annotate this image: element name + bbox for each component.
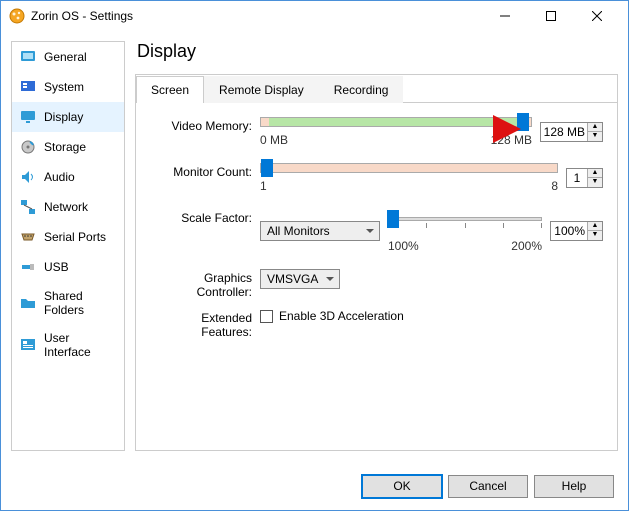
sidebar-item-network[interactable]: Network bbox=[12, 192, 124, 222]
sidebar-label: System bbox=[44, 80, 84, 94]
tab-remote[interactable]: Remote Display bbox=[204, 76, 319, 103]
scale-factor-slider[interactable] bbox=[388, 209, 542, 233]
enable-3d-checkbox[interactable] bbox=[260, 310, 273, 323]
spin-down[interactable]: ▼ bbox=[588, 178, 602, 187]
minimize-button[interactable] bbox=[482, 1, 528, 31]
extended-features-label: Extended Features: bbox=[150, 309, 260, 339]
sidebar-label: Shared Folders bbox=[44, 289, 116, 317]
sidebar-label: Display bbox=[44, 110, 83, 124]
sidebar-label: User Interface bbox=[44, 331, 116, 359]
sidebar-item-ui[interactable]: User Interface bbox=[12, 324, 124, 366]
usb-icon bbox=[20, 259, 36, 275]
scale-factor-label: Scale Factor: bbox=[150, 209, 260, 225]
maximize-button[interactable] bbox=[528, 1, 574, 31]
sidebar-item-shared[interactable]: Shared Folders bbox=[12, 282, 124, 324]
sidebar-item-audio[interactable]: Audio bbox=[12, 162, 124, 192]
sidebar-item-storage[interactable]: Storage bbox=[12, 132, 124, 162]
tab-recording[interactable]: Recording bbox=[319, 76, 404, 103]
sidebar-label: Network bbox=[44, 200, 88, 214]
window-title: Zorin OS - Settings bbox=[31, 9, 482, 23]
video-memory-spinbox[interactable]: ▲▼ bbox=[540, 122, 603, 142]
close-button[interactable] bbox=[574, 1, 620, 31]
vm-min: 0 MB bbox=[260, 133, 288, 147]
serial-icon bbox=[20, 229, 36, 245]
tab-screen[interactable]: Screen bbox=[136, 76, 204, 103]
sidebar-label: Storage bbox=[44, 140, 86, 154]
graphics-controller-combo[interactable]: VMSVGA bbox=[260, 269, 340, 289]
sidebar-item-usb[interactable]: USB bbox=[12, 252, 124, 282]
video-memory-input[interactable] bbox=[541, 125, 587, 139]
video-memory-label: Video Memory: bbox=[150, 117, 260, 133]
spin-down[interactable]: ▼ bbox=[588, 231, 602, 240]
page-title: Display bbox=[137, 41, 618, 62]
sidebar-item-general[interactable]: General bbox=[12, 42, 124, 72]
app-icon bbox=[9, 8, 25, 24]
graphics-controller-label: Graphics Controller: bbox=[150, 269, 260, 299]
monitor-count-label: Monitor Count: bbox=[150, 163, 260, 179]
enable-3d-label: Enable 3D Acceleration bbox=[279, 309, 404, 323]
scale-min: 100% bbox=[388, 239, 419, 253]
panel: Screen Remote Display Recording Video Me… bbox=[135, 74, 618, 451]
storage-icon bbox=[20, 139, 36, 155]
general-icon bbox=[20, 49, 36, 65]
sidebar-item-serial[interactable]: Serial Ports bbox=[12, 222, 124, 252]
monitor-count-slider[interactable] bbox=[260, 163, 558, 173]
scale-monitor-combo[interactable]: All Monitors bbox=[260, 221, 380, 241]
ui-icon bbox=[20, 337, 36, 353]
system-icon bbox=[20, 79, 36, 95]
spin-down[interactable]: ▼ bbox=[588, 132, 602, 141]
sidebar-label: General bbox=[44, 50, 87, 64]
vm-max: 128 MB bbox=[491, 133, 532, 147]
sidebar-label: USB bbox=[44, 260, 69, 274]
folder-icon bbox=[20, 295, 36, 311]
mc-min: 1 bbox=[260, 179, 267, 193]
sidebar-label: Audio bbox=[44, 170, 75, 184]
audio-icon bbox=[20, 169, 36, 185]
spin-up[interactable]: ▲ bbox=[588, 222, 602, 231]
scale-max: 200% bbox=[511, 239, 542, 253]
display-icon bbox=[20, 109, 36, 125]
network-icon bbox=[20, 199, 36, 215]
sidebar-label: Serial Ports bbox=[44, 230, 106, 244]
titlebar: Zorin OS - Settings bbox=[1, 1, 628, 31]
cancel-button[interactable]: Cancel bbox=[448, 475, 528, 498]
monitor-count-spinbox[interactable]: ▲▼ bbox=[566, 168, 603, 188]
help-button[interactable]: Help bbox=[534, 475, 614, 498]
mc-max: 8 bbox=[551, 179, 558, 193]
sidebar-item-system[interactable]: System bbox=[12, 72, 124, 102]
monitor-count-input[interactable] bbox=[567, 171, 587, 185]
scale-factor-spinbox[interactable]: ▲▼ bbox=[550, 221, 603, 241]
scale-factor-input[interactable] bbox=[551, 224, 587, 238]
ok-button[interactable]: OK bbox=[362, 475, 442, 498]
spin-up[interactable]: ▲ bbox=[588, 123, 602, 132]
sidebar-item-display[interactable]: Display bbox=[12, 102, 124, 132]
sidebar: General System Display Storage Audio Net… bbox=[11, 41, 125, 451]
video-memory-slider[interactable] bbox=[260, 117, 532, 127]
spin-up[interactable]: ▲ bbox=[588, 169, 602, 178]
